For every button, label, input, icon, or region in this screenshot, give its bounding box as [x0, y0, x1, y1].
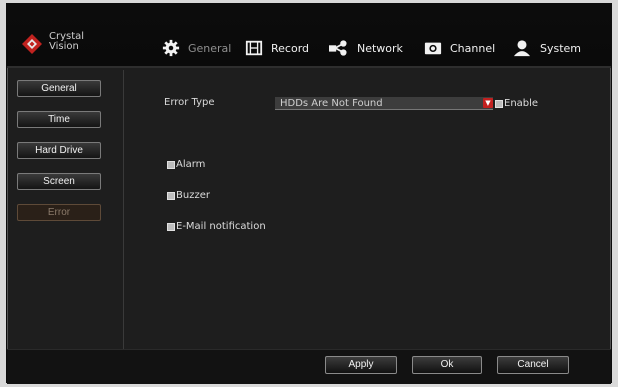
- sidebar-item-screen[interactable]: Screen: [17, 173, 101, 190]
- enable-label: Enable: [504, 98, 539, 109]
- network-share-icon: [329, 40, 347, 56]
- alarm-checkbox[interactable]: [167, 161, 175, 169]
- brand-name: Crystal Vision: [49, 32, 84, 52]
- ok-button[interactable]: Ok: [412, 356, 482, 374]
- sidebar-divider: [123, 70, 124, 350]
- email-notification-checkbox[interactable]: [167, 223, 175, 231]
- sidebar-item-hard-drive[interactable]: Hard Drive: [17, 142, 101, 159]
- film-icon: [245, 40, 263, 56]
- apply-button[interactable]: Apply: [325, 356, 397, 374]
- header-divider: [7, 66, 611, 68]
- tab-channel[interactable]: Channel: [424, 37, 495, 59]
- chevron-down-icon[interactable]: ▼: [483, 98, 493, 108]
- buzzer-checkbox[interactable]: [167, 192, 175, 200]
- tab-record-label: Record: [271, 41, 310, 55]
- settings-window: Crystal Vision General Record Network Ch…: [6, 3, 612, 384]
- tab-record[interactable]: Record: [245, 37, 309, 59]
- tab-system[interactable]: System: [512, 37, 581, 59]
- sidebar-item-time[interactable]: Time: [17, 111, 101, 128]
- email-notification-label: E-Mail notification: [176, 221, 266, 232]
- error-type-label: Error Type: [164, 97, 215, 108]
- error-type-value: HDDs Are Not Found: [280, 98, 383, 109]
- user-icon: [513, 40, 531, 57]
- tab-general[interactable]: General: [162, 37, 231, 59]
- sidebar-item-error[interactable]: Error: [17, 204, 101, 221]
- camera-icon: [424, 42, 442, 55]
- error-type-select[interactable]: HDDs Are Not Found ▼: [275, 97, 493, 110]
- brand-logo: Crystal Vision: [21, 32, 91, 61]
- tab-system-label: System: [540, 41, 582, 55]
- buzzer-label: Buzzer: [176, 190, 210, 201]
- gear-icon: [162, 39, 180, 57]
- tab-network[interactable]: Network: [327, 37, 403, 59]
- crystal-logo-icon: [22, 34, 42, 54]
- top-header: Crystal Vision General Record Network Ch…: [7, 4, 611, 66]
- alarm-label: Alarm: [176, 159, 206, 170]
- tab-network-label: Network: [357, 41, 403, 55]
- enable-checkbox[interactable]: [495, 100, 503, 108]
- tab-channel-label: Channel: [450, 41, 496, 55]
- cancel-button[interactable]: Cancel: [497, 356, 569, 374]
- sidebar-item-general[interactable]: General: [17, 80, 101, 97]
- brand-name-line2: Vision: [49, 41, 79, 52]
- tab-general-label: General: [188, 41, 232, 55]
